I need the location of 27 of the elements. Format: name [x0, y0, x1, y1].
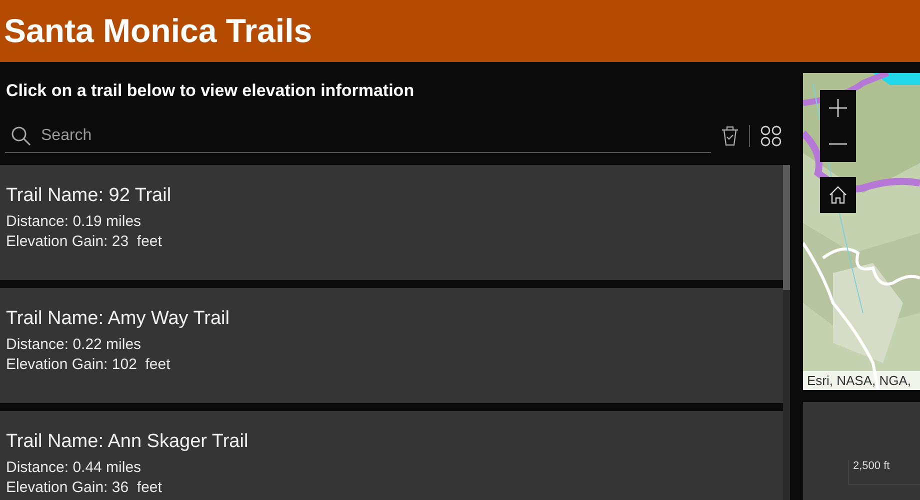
trail-elevation-gain: Elevation Gain: 23 feet: [6, 233, 163, 250]
home-icon: [829, 186, 847, 204]
grid-icon: [760, 125, 782, 147]
trail-distance: Distance: 0.44 miles: [6, 459, 142, 476]
map-attribution: Esri, NASA, NGA,: [803, 371, 920, 390]
trail-distance: Distance: 0.19 miles: [6, 213, 142, 230]
axis-label: 2,500 ft: [853, 460, 890, 472]
trail-name: Trail Name: 92 Trail: [6, 185, 172, 207]
trail-name: Trail Name: Ann Skager Trail: [6, 431, 250, 453]
trail-card[interactable]: Trail Name: Amy Way Trail Distance: 0.22 miles Elevation Gain: 102 feet: [0, 288, 783, 403]
app-title: Santa Monica Trails: [4, 12, 312, 50]
trail-elevation-gain: Elevation Gain: 102 feet: [6, 356, 172, 373]
search-icon: [11, 126, 31, 146]
search-field[interactable]: Search: [5, 119, 711, 153]
trail-elevation-gain: Elevation Gain: 36 feet: [6, 479, 163, 496]
trail-card[interactable]: Trail Name: 92 Trail Distance: 0.19 miles Elevation Gain: 23 feet: [0, 165, 783, 280]
minus-icon: [829, 143, 847, 145]
home-button[interactable]: [820, 177, 856, 213]
scrollbar-thumb[interactable]: [783, 165, 790, 290]
trail-distance: Distance: 0.22 miles: [6, 336, 142, 353]
instruction-text: Click on a trail below to view elevation information: [5, 80, 416, 102]
layout-button[interactable]: [760, 125, 782, 147]
plus-icon: [829, 99, 847, 117]
trash-check-icon: [721, 126, 739, 146]
trail-name: Trail Name: Amy Way Trail: [6, 308, 230, 330]
clear-selection-button[interactable]: [721, 126, 739, 146]
trail-card[interactable]: Trail Name: Ann Skager Trail Distance: 0.44 miles Elevation Gain: 36 feet: [0, 411, 783, 500]
